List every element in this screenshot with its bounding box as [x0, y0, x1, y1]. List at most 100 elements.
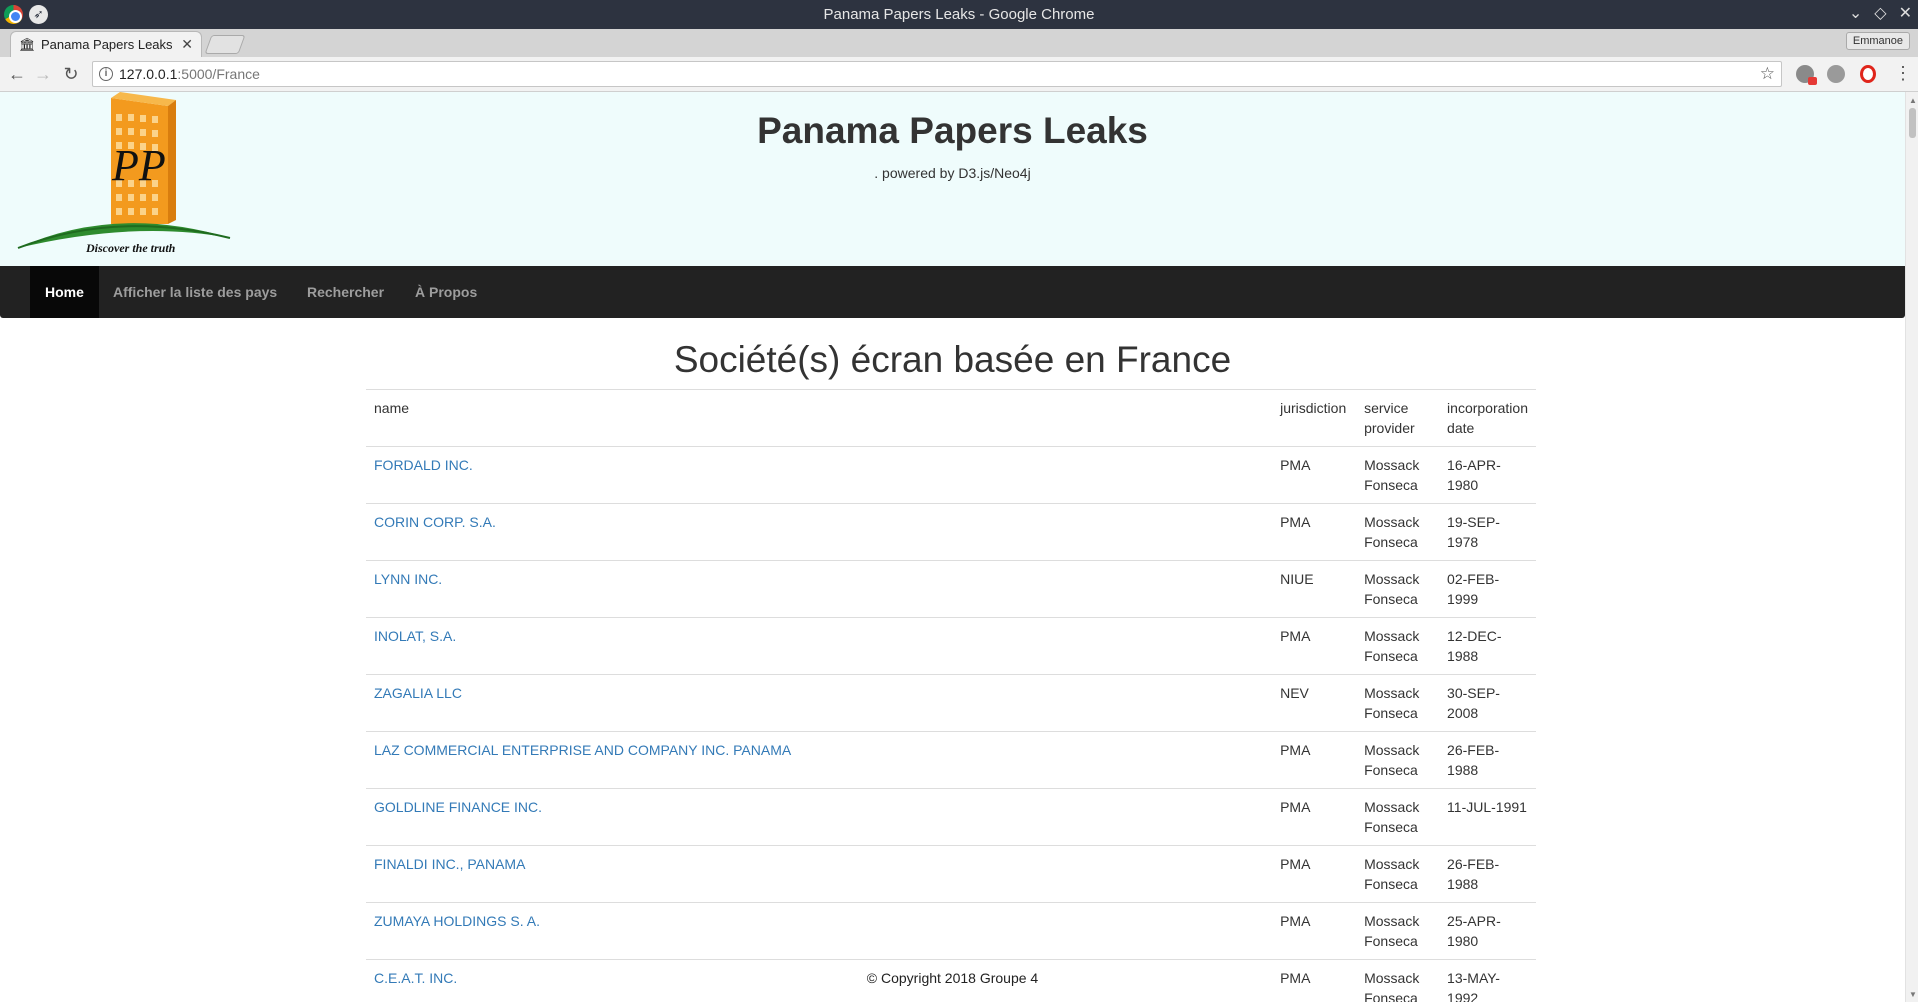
service-provider-cell: Mossack Fonseca [1356, 674, 1440, 732]
incorporation-date-cell: 19-SEP-1978 [1439, 503, 1536, 561]
scrollbar-thumb[interactable] [1909, 108, 1916, 138]
service-provider-cell: Mossack Fonseca [1356, 617, 1440, 675]
company-name-link[interactable]: ZUMAYA HOLDINGS S. A. [374, 913, 540, 929]
page-viewport: PP Discover the truth Panama Papers Leak… [0, 92, 1905, 1002]
window-titlebar: ➶ Panama Papers Leaks - Google Chrome ⌄ … [0, 0, 1918, 29]
company-name-cell: ZAGALIA LLC [366, 674, 1273, 732]
incorporation-date-cell: 26-FEB-1988 [1439, 845, 1536, 903]
column-header-incorporation-date: incorporation date [1439, 389, 1536, 447]
company-name-link[interactable]: CORIN CORP. S.A. [374, 514, 496, 530]
site-header: PP Discover the truth Panama Papers Leak… [0, 92, 1905, 266]
column-header-jurisdiction: jurisdiction [1272, 389, 1357, 447]
company-name-link[interactable]: GOLDLINE FINANCE INC. [374, 799, 542, 815]
jurisdiction-cell: PMA [1272, 617, 1357, 675]
nav-country-list[interactable]: Afficher la liste des pays [98, 266, 292, 318]
column-header-name: name [366, 389, 1273, 447]
service-provider-cell: Mossack Fonseca [1356, 731, 1440, 789]
compass-icon[interactable]: ➶ [29, 5, 48, 24]
browser-menu-icon[interactable]: ⋮ [1894, 63, 1912, 84]
nav-home[interactable]: Home [30, 266, 99, 318]
opera-icon[interactable] [1860, 65, 1876, 83]
company-name-link[interactable]: FORDALD INC. [374, 457, 473, 473]
company-name-cell: LAZ COMMERCIAL ENTERPRISE AND COMPANY IN… [366, 731, 1273, 789]
extension-icon[interactable] [1796, 65, 1817, 85]
company-name-link[interactable]: LAZ COMMERCIAL ENTERPRISE AND COMPANY IN… [374, 742, 791, 758]
back-arrow-icon[interactable]: ← [6, 63, 28, 85]
url-path: :5000/France [177, 66, 260, 82]
window-title: Panama Papers Leaks - Google Chrome [823, 6, 1095, 23]
column-header-service-provider: service provider [1356, 389, 1440, 447]
table-row: CORIN CORP. S.A. PMA Mossack Fonseca 19-SEP… [366, 503, 1536, 561]
incorporation-date-cell: 12-DEC-1988 [1439, 617, 1536, 675]
company-name-link[interactable]: ZAGALIA LLC [374, 685, 462, 701]
company-name-cell: INOLAT, S.A. [366, 617, 1273, 675]
close-window-icon[interactable]: ✕ [1899, 3, 1912, 23]
table-row: LAZ COMMERCIAL ENTERPRISE AND COMPANY IN… [366, 731, 1536, 789]
table-row: LYNN INC. NIUE Mossack Fonseca 02-FEB-1999 [366, 560, 1536, 618]
nav-search[interactable]: Rechercher [292, 266, 399, 318]
profile-button[interactable]: Emmanoe [1845, 32, 1910, 50]
reload-icon[interactable]: ↻ [60, 63, 82, 85]
browser-tab[interactable]: 🏛 Panama Papers Leaks ✕ [10, 31, 202, 57]
chrome-icon [4, 5, 23, 24]
maximize-icon[interactable]: ◇ [1874, 3, 1886, 23]
company-name-cell: GOLDLINE FINANCE INC. [366, 788, 1273, 846]
url-host: 127.0.0.1 [119, 66, 178, 82]
service-provider-cell: Mossack Fonseca [1356, 788, 1440, 846]
table-row: FORDALD INC. PMA Mossack Fonseca 16-APR-198… [366, 446, 1536, 504]
tab-title: Panama Papers Leaks [41, 37, 173, 52]
company-name-cell: FINALDI INC., PANAMA [366, 845, 1273, 903]
jurisdiction-cell: NEV [1272, 674, 1357, 732]
tab-strip: 🏛 Panama Papers Leaks ✕ Emmanoe [0, 29, 1918, 57]
incorporation-date-cell: 16-APR-1980 [1439, 446, 1536, 504]
nav-about[interactable]: À Propos [400, 266, 492, 318]
footer-copyright: © Copyright 2018 Groupe 4 [866, 970, 1039, 986]
minimize-icon[interactable]: ⌄ [1849, 3, 1862, 23]
company-name-link[interactable]: INOLAT, S.A. [374, 628, 456, 644]
address-bar[interactable]: i 127.0.0.1:5000/France ☆ [92, 61, 1782, 87]
service-provider-cell: Mossack Fonseca [1356, 560, 1440, 618]
table-row: ZUMAYA HOLDINGS S. A. PMA Mossack Fonseca 2… [366, 902, 1536, 960]
company-name-cell: FORDALD INC. [366, 446, 1273, 504]
jurisdiction-cell: PMA [1272, 902, 1357, 960]
incorporation-date-cell: 11-JUL-1991 [1439, 788, 1536, 846]
info-icon[interactable]: i [99, 67, 113, 81]
page-scrollbar[interactable]: ▲ ▼ [1905, 92, 1918, 1002]
scroll-up-icon[interactable]: ▲ [1909, 96, 1917, 105]
incorporation-date-cell: 30-SEP-2008 [1439, 674, 1536, 732]
jurisdiction-cell: PMA [1272, 731, 1357, 789]
page-title: Société(s) écran basée en France [673, 339, 1232, 380]
service-provider-cell: Mossack Fonseca [1356, 845, 1440, 903]
star-icon[interactable]: ☆ [1760, 62, 1775, 86]
incorporation-date-cell: 25-APR-1980 [1439, 902, 1536, 960]
company-name-cell: CORIN CORP. S.A. [366, 503, 1273, 561]
incorporation-date-cell: 02-FEB-1999 [1439, 560, 1536, 618]
service-provider-cell: Mossack Fonseca [1356, 446, 1440, 504]
jurisdiction-cell: PMA [1272, 845, 1357, 903]
scroll-down-icon[interactable]: ▼ [1909, 990, 1917, 999]
site-subtitle: . powered by D3.js/Neo4j [874, 165, 1031, 181]
company-name-cell: ZUMAYA HOLDINGS S. A. [366, 902, 1273, 960]
browser-toolbar: ← → ↻ i 127.0.0.1:5000/France ☆ ⋮ [0, 57, 1918, 92]
table-header-row: name jurisdiction service provider incor… [366, 389, 1536, 447]
service-provider-cell: Mossack Fonseca [1356, 902, 1440, 960]
logo-tagline: Discover the truth [85, 241, 176, 252]
close-tab-icon[interactable]: ✕ [181, 36, 193, 53]
jurisdiction-cell: PMA [1272, 503, 1357, 561]
bank-icon: 🏛 [19, 36, 36, 52]
jurisdiction-cell: PMA [1272, 446, 1357, 504]
new-tab-button[interactable] [204, 35, 246, 54]
companies-table: name jurisdiction service provider incor… [366, 389, 1536, 1002]
service-provider-cell: Mossack Fonseca [1356, 503, 1440, 561]
table-row: FINALDI INC., PANAMA PMA Mossack Fonseca 26… [366, 845, 1536, 903]
site-title: Panama Papers Leaks [757, 110, 1148, 151]
main-navbar: Home Afficher la liste des pays Recherch… [0, 266, 1905, 318]
extension-icon[interactable] [1827, 65, 1845, 83]
table-row: INOLAT, S.A. PMA Mossack Fonseca 12-DEC-198… [366, 617, 1536, 675]
table-row: ZAGALIA LLC NEV Mossack Fonseca 30-SEP-2008 [366, 674, 1536, 732]
company-name-link[interactable]: LYNN INC. [374, 571, 442, 587]
company-name-link[interactable]: FINALDI INC., PANAMA [374, 856, 525, 872]
table-row: GOLDLINE FINANCE INC. PMA Mossack Fonseca 1… [366, 788, 1536, 846]
forward-arrow-icon[interactable]: → [32, 63, 54, 85]
company-name-cell: LYNN INC. [366, 560, 1273, 618]
